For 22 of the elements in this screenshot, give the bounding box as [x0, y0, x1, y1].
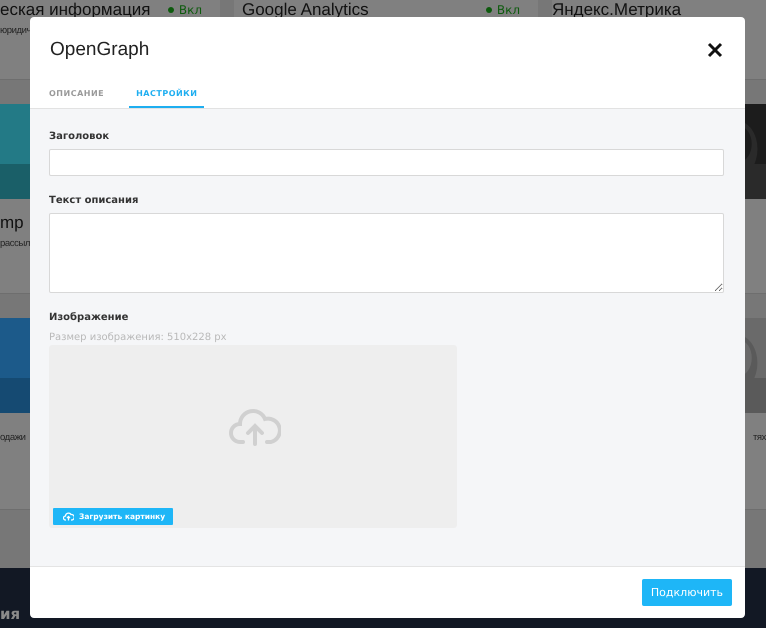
tab[interactable]: ОПИСАНИЕ — [42, 83, 112, 108]
cloud-upload-icon — [229, 408, 281, 446]
field-label: Текст описания — [49, 195, 140, 206]
close-button[interactable] — [707, 42, 723, 58]
status-indicator: Вкл — [168, 3, 212, 17]
card-title: mp — [0, 213, 24, 233]
card-title: Яндекс.Метрика — [552, 0, 682, 20]
dialog-title: OpenGraph — [50, 39, 150, 61]
card-title: Google Analytics — [242, 0, 369, 20]
card-title: еская информация — [0, 0, 151, 20]
card-description: одажи — [0, 431, 27, 445]
hint-text: Размер изображения: 510x228 px — [49, 332, 228, 343]
status-indicator: Вкл — [486, 3, 530, 17]
field-label: Заголовок — [49, 131, 110, 142]
connect-button[interactable]: Подключить — [642, 579, 732, 606]
text-area[interactable] — [49, 213, 724, 293]
card-description: рассыл — [0, 237, 32, 251]
cloud-upload-icon — [63, 512, 74, 521]
input-field[interactable] — [49, 149, 724, 176]
field-label: Изображение — [49, 312, 130, 323]
footer-heading: ия — [0, 605, 20, 623]
card-description: тях — [752, 431, 766, 445]
